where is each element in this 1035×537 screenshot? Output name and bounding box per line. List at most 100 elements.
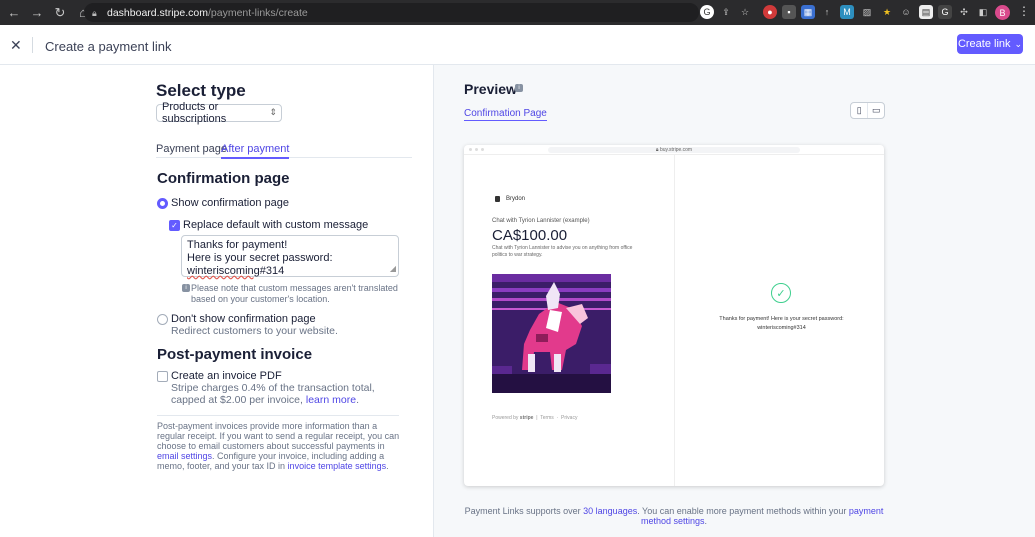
footnote-text: Post-payment invoices provide more infor…	[157, 421, 400, 451]
email-settings-link[interactable]: email settings	[157, 451, 212, 461]
preview-title: Preview	[464, 81, 517, 97]
mobile-icon[interactable]: ▯	[851, 103, 867, 118]
confirmation-line-1: Thanks for payment! Here is your secret …	[719, 316, 844, 322]
browser-toolbar: ← → ↻ ⌂ 🔒︎ dashboard.stripe.com/payment-…	[0, 0, 1035, 25]
chevron-down-icon: ⌄	[1014, 38, 1023, 49]
resize-handle-icon[interactable]: ◢	[390, 262, 396, 275]
footnote-text: .	[386, 461, 389, 471]
stripe-logo: stripe	[519, 415, 534, 421]
tab-payment-page[interactable]: Payment page	[156, 143, 227, 155]
device-toggle: ▯ ▭	[850, 102, 885, 119]
type-select[interactable]: Products or subscriptions ⇕	[156, 101, 282, 125]
chevron-up-down-icon: ⇕	[269, 107, 277, 117]
extension-icon[interactable]: ▪	[782, 5, 796, 19]
show-confirmation-radio[interactable]	[157, 198, 168, 209]
extension-icon[interactable]: ★	[880, 5, 894, 19]
create-link-label: Create link	[957, 38, 1011, 50]
invoice-pdf-label: Create an invoice PDF	[171, 370, 282, 382]
bookmark-star-icon[interactable]: ☆	[738, 5, 752, 19]
preview-url: 🔒︎ buy.stripe.com	[548, 147, 800, 153]
languages-note: Payment Links supports over 30 languages…	[464, 506, 884, 526]
divider	[674, 155, 675, 486]
confirmation-line-2: winteriscoming#314	[757, 325, 806, 331]
learn-more-link[interactable]: learn more	[306, 394, 356, 406]
extension-icon[interactable]: ▦	[801, 5, 815, 19]
dont-show-radio[interactable]	[157, 314, 168, 325]
product-description: Chat with Tyrion Lannister to advise you…	[492, 245, 633, 258]
confirmation-page-title: Confirmation page	[157, 170, 290, 187]
type-select-value: Products or subscriptions	[162, 101, 227, 125]
note-text: .	[704, 516, 708, 526]
forward-icon[interactable]: →	[28, 4, 46, 22]
message-line-2: Here is your secret password: winterisco…	[187, 252, 393, 278]
page-title: Create a payment link	[45, 39, 172, 54]
info-icon[interactable]: i	[515, 84, 523, 92]
replace-default-checkbox[interactable]: ✓	[169, 220, 180, 231]
preview-footer: Powered by stripe | Terms · Privacy	[492, 415, 578, 421]
preview-browser-bar: 🔒︎ buy.stripe.com	[464, 145, 884, 155]
info-icon: i	[182, 284, 190, 292]
custom-message-textarea[interactable]: Thanks for payment! Here is your secret …	[181, 235, 399, 277]
window-dots	[469, 148, 484, 151]
extension-icon[interactable]: ☺	[899, 5, 913, 19]
sidebar-icon[interactable]: ◧	[976, 5, 990, 19]
share-icon[interactable]: ⇪	[719, 5, 733, 19]
url-path: /payment-links/create	[207, 6, 308, 19]
extension-icon[interactable]: ↑	[820, 5, 834, 19]
tab-confirmation-page[interactable]: Confirmation Page	[464, 108, 547, 121]
note-text: Payment Links supports over	[464, 506, 584, 516]
brand-name: Brydon	[506, 196, 526, 202]
invoice-pdf-checkbox[interactable]	[157, 371, 168, 382]
divider	[157, 415, 399, 416]
extension-icon[interactable]: M	[840, 5, 854, 19]
translation-note: Please note that custom messages aren't …	[191, 283, 398, 304]
close-icon[interactable]: ✕	[10, 37, 22, 54]
terms-link[interactable]: Terms	[540, 415, 554, 421]
checkout-preview-frame: 🔒︎ buy.stripe.com Brydon Chat with Tyrio…	[464, 145, 884, 486]
divider	[32, 37, 33, 53]
message-suffix: #314	[259, 265, 285, 277]
powered-by-label: Powered by	[492, 415, 519, 421]
product-artwork	[492, 274, 611, 393]
invoice-pdf-sub: Stripe charges 0.4% of the transaction t…	[171, 382, 375, 406]
avatar[interactable]: B	[995, 5, 1010, 20]
app-header: ✕ Create a payment link Create link ⌄	[0, 25, 1035, 65]
check-circle-icon: ✓	[771, 283, 791, 303]
extension-icon[interactable]: ▨	[860, 5, 874, 19]
tab-after-payment[interactable]: After payment	[221, 143, 290, 159]
post-payment-invoice-title: Post-payment invoice	[157, 346, 313, 363]
more-icon[interactable]: ⋮	[1018, 4, 1030, 18]
invoice-footnote: Post-payment invoices provide more infor…	[157, 421, 405, 471]
show-confirmation-label: Show confirmation page	[171, 197, 290, 209]
message-prefix: Here is your secret password:	[187, 252, 333, 264]
languages-link[interactable]: 30 languages	[583, 506, 637, 516]
privacy-link[interactable]: Privacy	[561, 415, 577, 421]
extension-icon[interactable]: ▤	[919, 5, 933, 19]
message-line-1: Thanks for payment!	[187, 239, 288, 251]
select-type-title: Select type	[156, 81, 246, 100]
dont-show-label: Don't show confirmation page	[171, 313, 316, 325]
url-host: dashboard.stripe.com	[107, 6, 208, 19]
reload-icon[interactable]: ↻	[51, 4, 69, 22]
back-icon[interactable]: ←	[5, 4, 23, 22]
product-price: CA$100.00	[492, 227, 568, 244]
confirmation-message: Thanks for payment! Here is your secret …	[704, 315, 859, 333]
address-bar[interactable]: 🔒︎ dashboard.stripe.com/payment-links/cr…	[84, 3, 699, 22]
dont-show-sub: Redirect customers to your website.	[171, 325, 338, 337]
product-name: Chat with Tyrion Lannister (example)	[492, 218, 590, 224]
tab-bar: Payment page After payment	[156, 142, 412, 159]
note-text: . You can enable more payment methods wi…	[637, 506, 849, 516]
replace-default-label: Replace default with custom message	[183, 219, 369, 231]
brand-icon	[495, 196, 500, 202]
lock-icon: 🔒︎	[92, 7, 97, 18]
message-password: winteriscoming	[187, 265, 260, 277]
google-icon[interactable]: G	[700, 5, 714, 19]
extension-icon[interactable]: G	[938, 5, 952, 19]
desktop-icon[interactable]: ▭	[867, 103, 884, 118]
preview-pane: Preview i Confirmation Page ▯ ▭ 🔒︎ buy.s…	[433, 65, 1035, 537]
puzzle-icon[interactable]: ✣	[957, 5, 971, 19]
invoice-template-settings-link[interactable]: invoice template settings	[288, 461, 387, 471]
extension-icon[interactable]: ●	[763, 5, 777, 19]
create-link-button[interactable]: Create link ⌄	[957, 34, 1023, 54]
settings-pane: Select type Products or subscriptions ⇕ …	[0, 65, 433, 537]
